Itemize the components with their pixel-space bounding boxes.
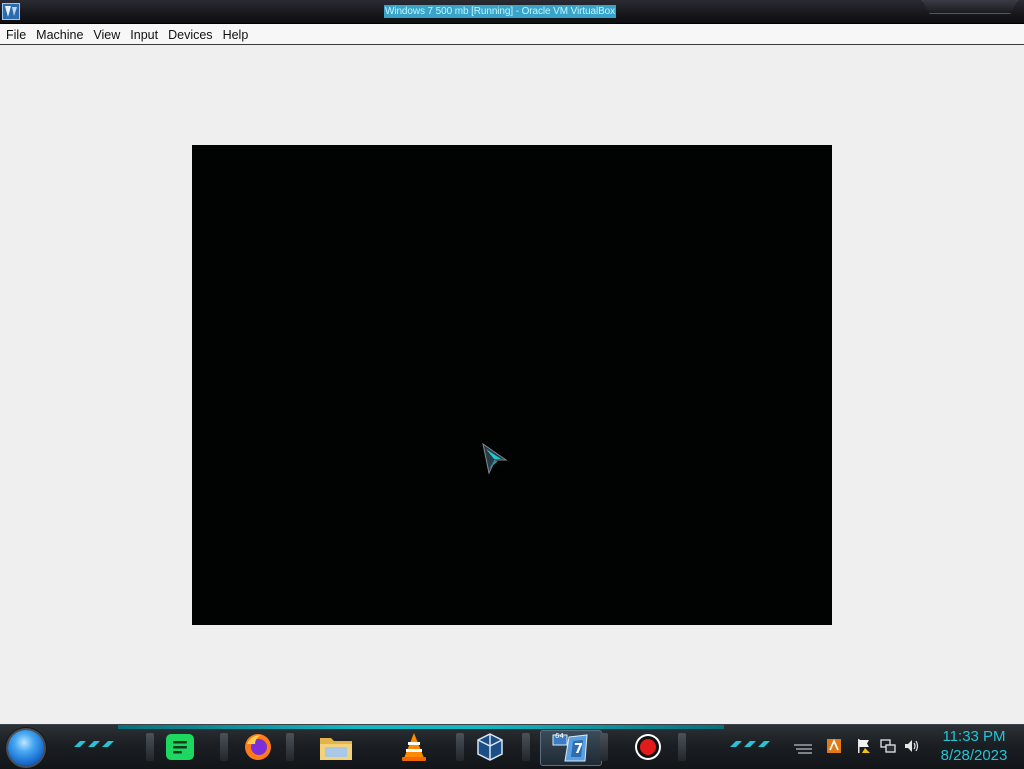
window-title-bar[interactable]: Windows 7 500 mb [Running] - Oracle VM V… <box>0 0 1024 24</box>
taskbar-separator <box>286 733 294 761</box>
window-caption-buttons[interactable] <box>922 0 1018 14</box>
arrow-cursor-icon <box>482 443 508 475</box>
menu-devices[interactable]: Devices <box>163 25 217 45</box>
network-icon[interactable] <box>880 738 896 754</box>
show-hidden-icons-icon[interactable] <box>792 741 814 755</box>
taskbar-accent-strip <box>118 725 724 729</box>
firefox-icon <box>245 734 271 760</box>
menu-input[interactable]: Input <box>125 25 163 45</box>
taskbar-firefox-button[interactable] <box>228 730 288 764</box>
menu-bar: File Machine View Input Devices Help <box>0 24 1024 45</box>
taskbar-screen-recorder-button[interactable] <box>618 730 678 764</box>
volume-icon[interactable] <box>904 738 920 754</box>
app-tray-icon[interactable] <box>826 738 842 754</box>
menu-file[interactable]: File <box>0 25 31 45</box>
clock-time: 11:33 PM <box>942 728 1006 745</box>
taskbar-file-explorer-button[interactable] <box>306 730 366 764</box>
chevron-ornament-right-icon <box>730 741 770 747</box>
taskbar-spotify-button[interactable] <box>150 730 210 764</box>
vm-display-screen[interactable] <box>192 145 832 625</box>
taskbar-windows7-vm-button[interactable]: 64 7 <box>540 730 602 766</box>
spotify-icon <box>166 734 194 760</box>
taskbar-separator <box>600 733 608 761</box>
menu-view[interactable]: View <box>88 25 125 45</box>
virtualbox-icon <box>477 733 503 761</box>
chevron-ornament-left-icon <box>74 741 114 747</box>
window-title: Windows 7 500 mb [Running] - Oracle VM V… <box>384 5 617 18</box>
screen-recorder-icon <box>635 734 661 760</box>
start-orb-icon[interactable] <box>8 730 44 766</box>
taskbar-separator <box>678 733 686 761</box>
action-center-flag-icon[interactable] <box>856 738 872 754</box>
taskbar-separator <box>522 733 530 761</box>
vlc-icon <box>402 733 426 761</box>
clock-date: 8/28/2023 <box>940 747 1008 764</box>
virtualbox-app-icon[interactable] <box>2 3 20 20</box>
menu-machine[interactable]: Machine <box>31 25 88 45</box>
file-explorer-icon <box>320 738 352 760</box>
taskbar-vlc-button[interactable] <box>384 730 444 764</box>
menu-help[interactable]: Help <box>218 25 254 45</box>
vm-badge-7: 7 <box>574 742 584 757</box>
vm-badge-64: 64 <box>555 732 564 740</box>
taskbar-clock[interactable]: 11:33 PM 8/28/2023 <box>930 727 1018 765</box>
taskbar-virtualbox-button[interactable] <box>460 730 520 764</box>
taskbar-separator <box>220 733 228 761</box>
